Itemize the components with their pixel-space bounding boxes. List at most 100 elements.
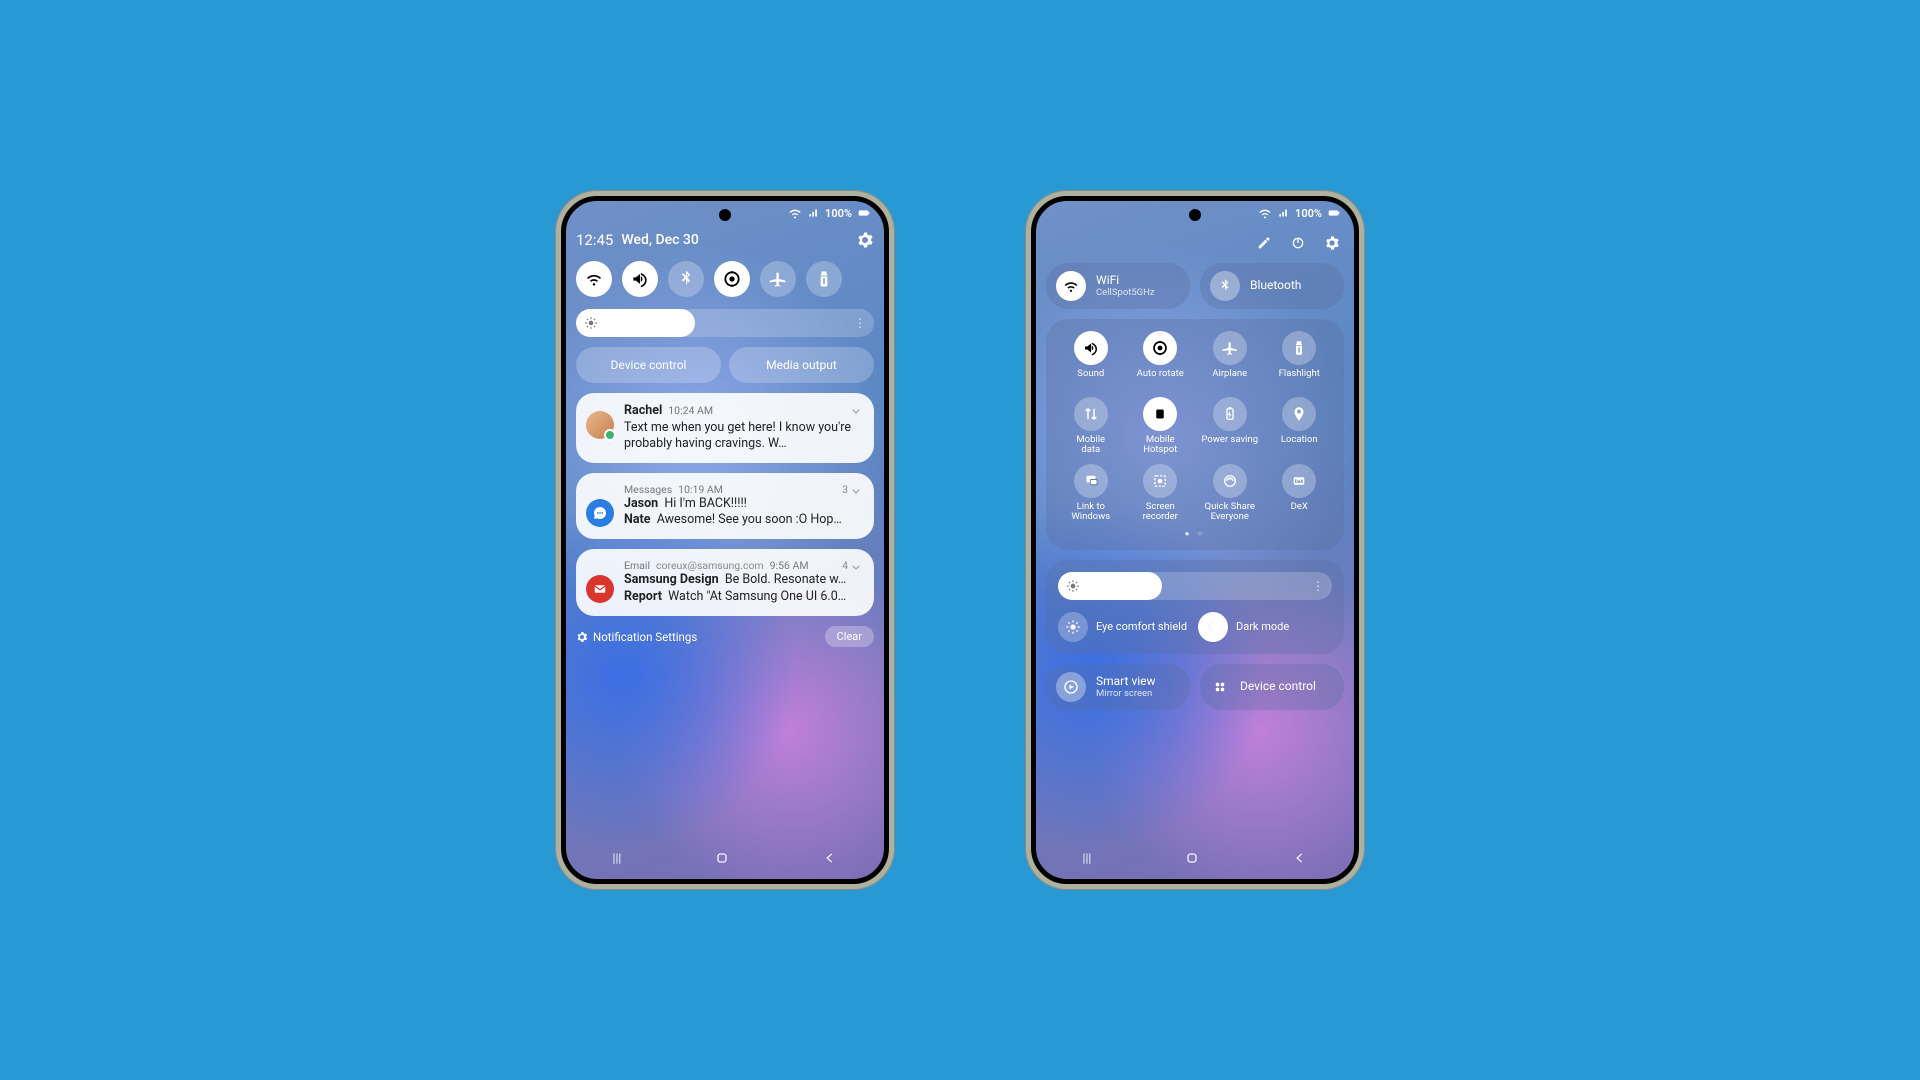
airplane-icon bbox=[768, 269, 788, 289]
qs-rotate[interactable]: Auto rotate bbox=[1128, 331, 1194, 389]
cast-icon bbox=[1062, 678, 1080, 696]
battery-percent: 100% bbox=[825, 207, 852, 220]
qs-dex[interactable]: DeX bbox=[1267, 464, 1333, 523]
nav-back[interactable] bbox=[823, 851, 837, 865]
notif-email-addr: coreux@samsung.com bbox=[656, 559, 764, 572]
qs-airplane[interactable]: Airplane bbox=[1197, 331, 1263, 389]
wifi-status-icon bbox=[787, 205, 803, 221]
qs-label: Quick ShareEveryone bbox=[1205, 502, 1255, 523]
dark-mode-label: Dark mode bbox=[1236, 620, 1289, 633]
qs-data[interactable]: Mobiledata bbox=[1058, 397, 1124, 456]
wifi-label: WiFi bbox=[1096, 274, 1155, 287]
shade-header: 12:45 Wed, Dec 30 bbox=[576, 231, 874, 249]
dark-mode-toggle[interactable]: Dark mode bbox=[1198, 612, 1332, 642]
device-control-pill[interactable]: Device control bbox=[1200, 664, 1344, 710]
nav-home[interactable] bbox=[714, 850, 730, 866]
notification-card[interactable]: Rachel 10:24 AM Text me when you get her… bbox=[576, 393, 874, 463]
brightness-slider[interactable]: ⋮ bbox=[1058, 572, 1332, 600]
app-icon bbox=[586, 575, 614, 603]
wifi-toggle[interactable] bbox=[576, 261, 612, 297]
settings-button[interactable] bbox=[1324, 235, 1340, 251]
wifi-icon bbox=[1062, 277, 1080, 295]
date: Wed, Dec 30 bbox=[621, 232, 698, 248]
media-output-label: Media output bbox=[766, 358, 837, 372]
airplane-toggle[interactable] bbox=[760, 261, 796, 297]
rotate-toggle[interactable] bbox=[714, 261, 750, 297]
brightness-more-button[interactable]: ⋮ bbox=[1312, 579, 1324, 593]
camera-hole bbox=[719, 209, 731, 221]
clear-button[interactable]: Clear bbox=[825, 626, 874, 647]
bluetooth-icon bbox=[1217, 278, 1233, 294]
clear-label: Clear bbox=[837, 630, 862, 643]
nav-bar: ||| bbox=[566, 845, 884, 871]
messages-icon bbox=[591, 504, 609, 522]
flashlight-icon bbox=[814, 269, 834, 289]
notification-card[interactable]: Email coreux@samsung.com 9:56 AM 4 Samsu… bbox=[576, 549, 874, 616]
gear-icon bbox=[856, 231, 874, 249]
clock: 12:45 bbox=[576, 231, 613, 249]
notif-time: 9:56 AM bbox=[770, 559, 809, 572]
share-icon bbox=[1221, 472, 1239, 490]
notif-app: Messages bbox=[624, 483, 672, 496]
qs-loc[interactable]: Location bbox=[1267, 397, 1333, 456]
rotate-icon bbox=[1151, 339, 1169, 357]
qs-panel: Sound Auto rotate Airplane Flashlight Mo… bbox=[1046, 319, 1344, 550]
chevron-down-icon bbox=[848, 483, 864, 499]
avatar bbox=[586, 411, 614, 439]
brightness-slider[interactable]: ⋮ bbox=[576, 309, 874, 337]
bluetooth-pill[interactable]: Bluetooth bbox=[1200, 263, 1344, 309]
brightness-icon bbox=[1065, 619, 1081, 635]
media-output-chip[interactable]: Media output bbox=[729, 347, 874, 383]
qs-label: Airplane bbox=[1212, 369, 1247, 389]
expand-button[interactable] bbox=[848, 403, 864, 419]
smart-view-pill[interactable]: Smart view Mirror screen bbox=[1046, 664, 1190, 710]
qs-rec[interactable]: Screenrecorder bbox=[1128, 464, 1194, 523]
qs-sound[interactable]: Sound bbox=[1058, 331, 1124, 389]
notification-settings-link[interactable]: Notification Settings bbox=[576, 630, 697, 644]
qs-hotspot[interactable]: MobileHotspot bbox=[1128, 397, 1194, 456]
app-icon bbox=[586, 499, 614, 527]
qs-label: DeX bbox=[1291, 502, 1308, 522]
expand-button[interactable] bbox=[848, 559, 864, 575]
qs-label: MobileHotspot bbox=[1143, 435, 1177, 456]
bluetooth-toggle[interactable] bbox=[668, 261, 704, 297]
qs-share[interactable]: Quick ShareEveryone bbox=[1197, 464, 1263, 523]
power-icon bbox=[1290, 235, 1306, 251]
pencil-icon bbox=[1256, 235, 1272, 251]
rec-icon bbox=[1151, 472, 1169, 490]
brightness-more-button[interactable]: ⋮ bbox=[854, 316, 866, 330]
power-button[interactable] bbox=[1290, 235, 1306, 251]
wifi-status-icon bbox=[1257, 205, 1273, 221]
eye-comfort-toggle[interactable]: Eye comfort shield bbox=[1058, 612, 1192, 642]
screen-notifications: 100% 12:45 Wed, Dec 30 bbox=[561, 196, 889, 884]
qs-link[interactable]: Link toWindows bbox=[1058, 464, 1124, 523]
hotspot-icon bbox=[1151, 405, 1169, 423]
expand-button[interactable] bbox=[848, 483, 864, 499]
nav-home[interactable] bbox=[1184, 850, 1200, 866]
nav-recents[interactable]: ||| bbox=[613, 851, 622, 865]
nav-back[interactable] bbox=[1293, 851, 1307, 865]
screen-quicksettings: 100% WiFi CellSpot5GHz Bluet bbox=[1031, 196, 1359, 884]
rotate-icon bbox=[722, 269, 742, 289]
device-control-chip[interactable]: Device control bbox=[576, 347, 721, 383]
chevron-down-icon bbox=[848, 403, 864, 419]
edit-button[interactable] bbox=[1256, 235, 1272, 251]
sound-toggle[interactable] bbox=[622, 261, 658, 297]
qs-label: Power saving bbox=[1201, 435, 1258, 455]
gear-icon bbox=[576, 631, 588, 643]
display-panel: ⋮ Eye comfort shield Dark mode bbox=[1046, 560, 1344, 654]
wifi-network: CellSpot5GHz bbox=[1096, 287, 1155, 298]
qs-psave[interactable]: Power saving bbox=[1197, 397, 1263, 456]
qs-label: Flashlight bbox=[1279, 369, 1320, 389]
wifi-pill[interactable]: WiFi CellSpot5GHz bbox=[1046, 263, 1190, 309]
settings-button[interactable] bbox=[856, 231, 874, 249]
flashlight-toggle[interactable] bbox=[806, 261, 842, 297]
wifi-icon bbox=[584, 269, 604, 289]
link-icon bbox=[1082, 472, 1100, 490]
notification-card[interactable]: Messages 10:19 AM 3 Jason Hi I'm BACK!!!… bbox=[576, 473, 874, 540]
nav-recents[interactable]: ||| bbox=[1083, 851, 1092, 865]
presence-badge-icon bbox=[604, 429, 616, 441]
qs-flash[interactable]: Flashlight bbox=[1267, 331, 1333, 389]
notif-body-text: Text me when you get here! I know you're… bbox=[624, 420, 862, 453]
moon-icon bbox=[1205, 619, 1221, 635]
